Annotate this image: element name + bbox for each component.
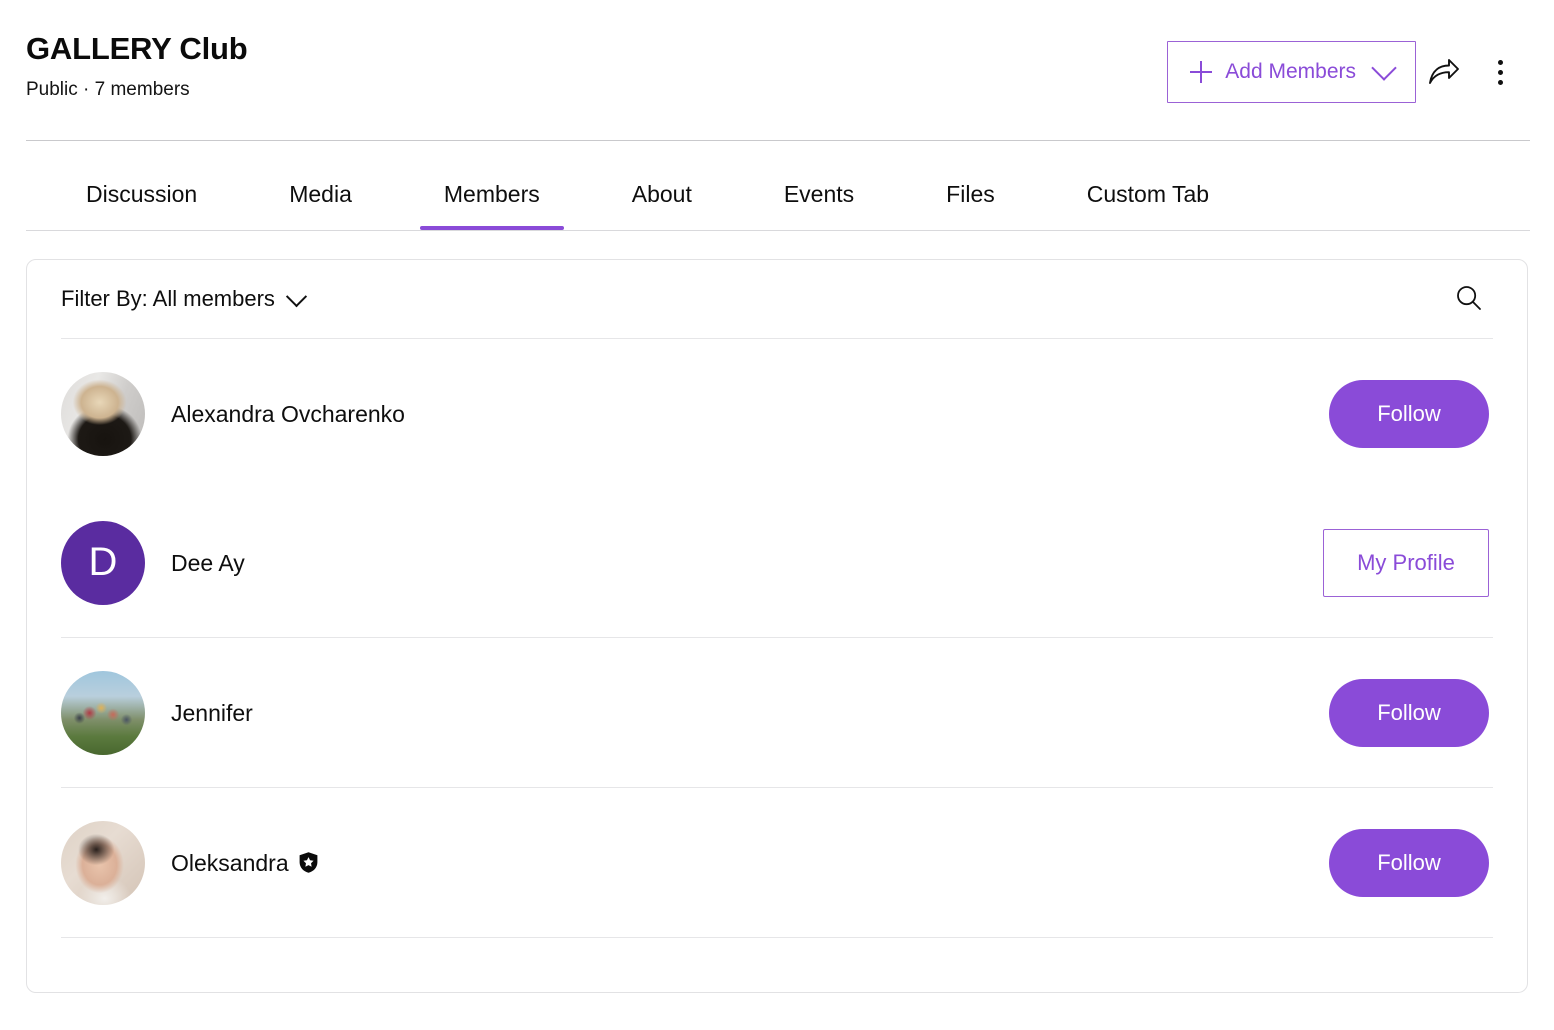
filter-by-label: Filter By: All members: [61, 286, 275, 311]
chevron-down-icon: [285, 285, 308, 307]
avatar[interactable]: [61, 820, 145, 905]
share-button[interactable]: [1416, 44, 1472, 100]
plus-icon: [1190, 61, 1213, 83]
add-members-button[interactable]: Add Members: [1167, 41, 1416, 103]
avatar[interactable]: [61, 670, 145, 755]
chevron-down-icon: [1371, 55, 1397, 81]
follow-button[interactable]: Follow: [1329, 828, 1489, 897]
avatar[interactable]: [61, 371, 145, 456]
members-card: Filter By: All members Alexandra Ovchare…: [26, 259, 1528, 993]
member-name: Alexandra Ovcharenko: [171, 400, 405, 427]
my-profile-button[interactable]: My Profile: [1323, 528, 1489, 597]
filter-by-dropdown[interactable]: Filter By: All members: [61, 285, 308, 312]
tab-custom-tab[interactable]: Custom Tab: [1087, 180, 1209, 230]
member-name: Jennifer: [171, 699, 253, 726]
group-header: GALLERY Club Public · 7 members Add Memb…: [0, 0, 1554, 140]
member-name: Dee Ay: [171, 549, 245, 576]
tab-files[interactable]: Files: [946, 180, 995, 230]
follow-button[interactable]: Follow: [1329, 678, 1489, 747]
tab-events[interactable]: Events: [784, 180, 854, 230]
follow-button[interactable]: Follow: [1329, 379, 1489, 448]
add-members-label: Add Members: [1225, 60, 1356, 83]
table-row[interactable]: D Dee Ay My Profile: [27, 488, 1527, 637]
tab-about[interactable]: About: [632, 180, 692, 230]
filter-bar: Filter By: All members: [27, 260, 1527, 338]
tab-media[interactable]: Media: [289, 180, 352, 230]
tab-members[interactable]: Members: [419, 180, 564, 230]
row-divider: [61, 937, 1493, 938]
table-row[interactable]: Alexandra Ovcharenko Follow: [27, 339, 1527, 488]
more-options-button[interactable]: [1472, 44, 1528, 100]
search-button[interactable]: [1449, 279, 1489, 319]
table-row[interactable]: Oleksandra Follow: [27, 788, 1527, 937]
header-actions: Add Members: [1167, 41, 1528, 103]
shield-star-badge-icon: [298, 851, 319, 874]
tab-bar: Discussion Media Members About Events Fi…: [26, 141, 1530, 231]
more-vertical-icon: [1497, 59, 1503, 85]
table-row[interactable]: Jennifer Follow: [27, 638, 1527, 787]
search-icon: [1454, 283, 1484, 316]
tab-discussion[interactable]: Discussion: [86, 180, 197, 230]
avatar-initial: D: [88, 540, 118, 584]
member-name: Oleksandra: [171, 849, 319, 877]
avatar[interactable]: D: [61, 520, 145, 605]
share-icon: [1428, 57, 1460, 87]
